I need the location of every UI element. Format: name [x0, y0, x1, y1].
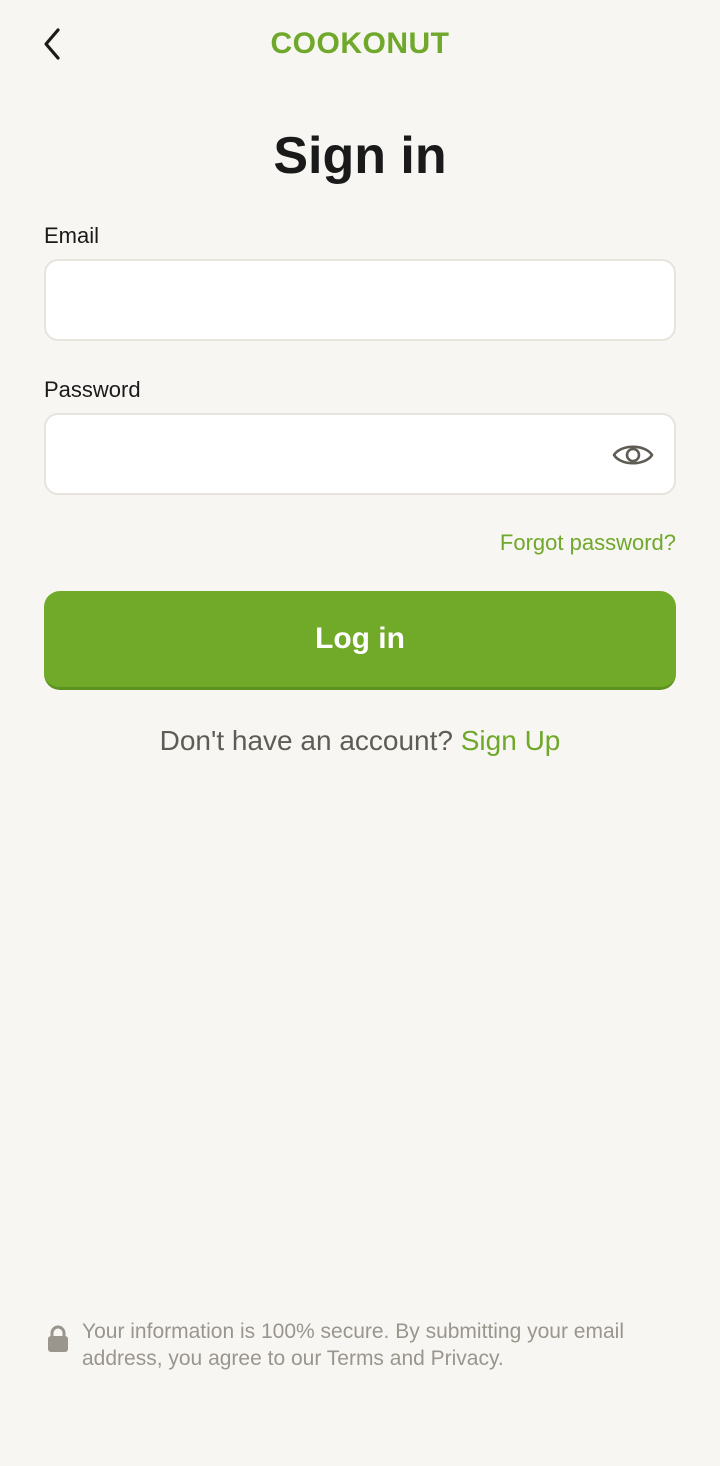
show-password-toggle[interactable] [606, 433, 660, 477]
security-note: Your information is 100% secure. By subm… [46, 1318, 686, 1372]
signup-prompt: Don't have an account? [159, 725, 453, 756]
security-note-text: Your information is 100% secure. By subm… [82, 1320, 624, 1370]
password-field[interactable] [44, 413, 676, 495]
email-field[interactable] [44, 259, 676, 341]
login-button[interactable]: Log in [44, 591, 676, 690]
email-label: Email [44, 223, 100, 248]
page-title: Sign in [273, 127, 447, 185]
eye-icon [612, 445, 654, 465]
signup-row: Don't have an account? Sign Up [0, 722, 720, 760]
header: COOKONUT [0, 0, 720, 90]
logo-text: COOKONUT [270, 27, 450, 60]
app-logo: COOKONUT [0, 24, 720, 64]
signup-link[interactable]: Sign Up [461, 725, 561, 756]
lock-icon [48, 1325, 68, 1352]
password-label: Password [44, 377, 141, 402]
forgot-password-link[interactable]: Forgot password? [500, 528, 676, 558]
